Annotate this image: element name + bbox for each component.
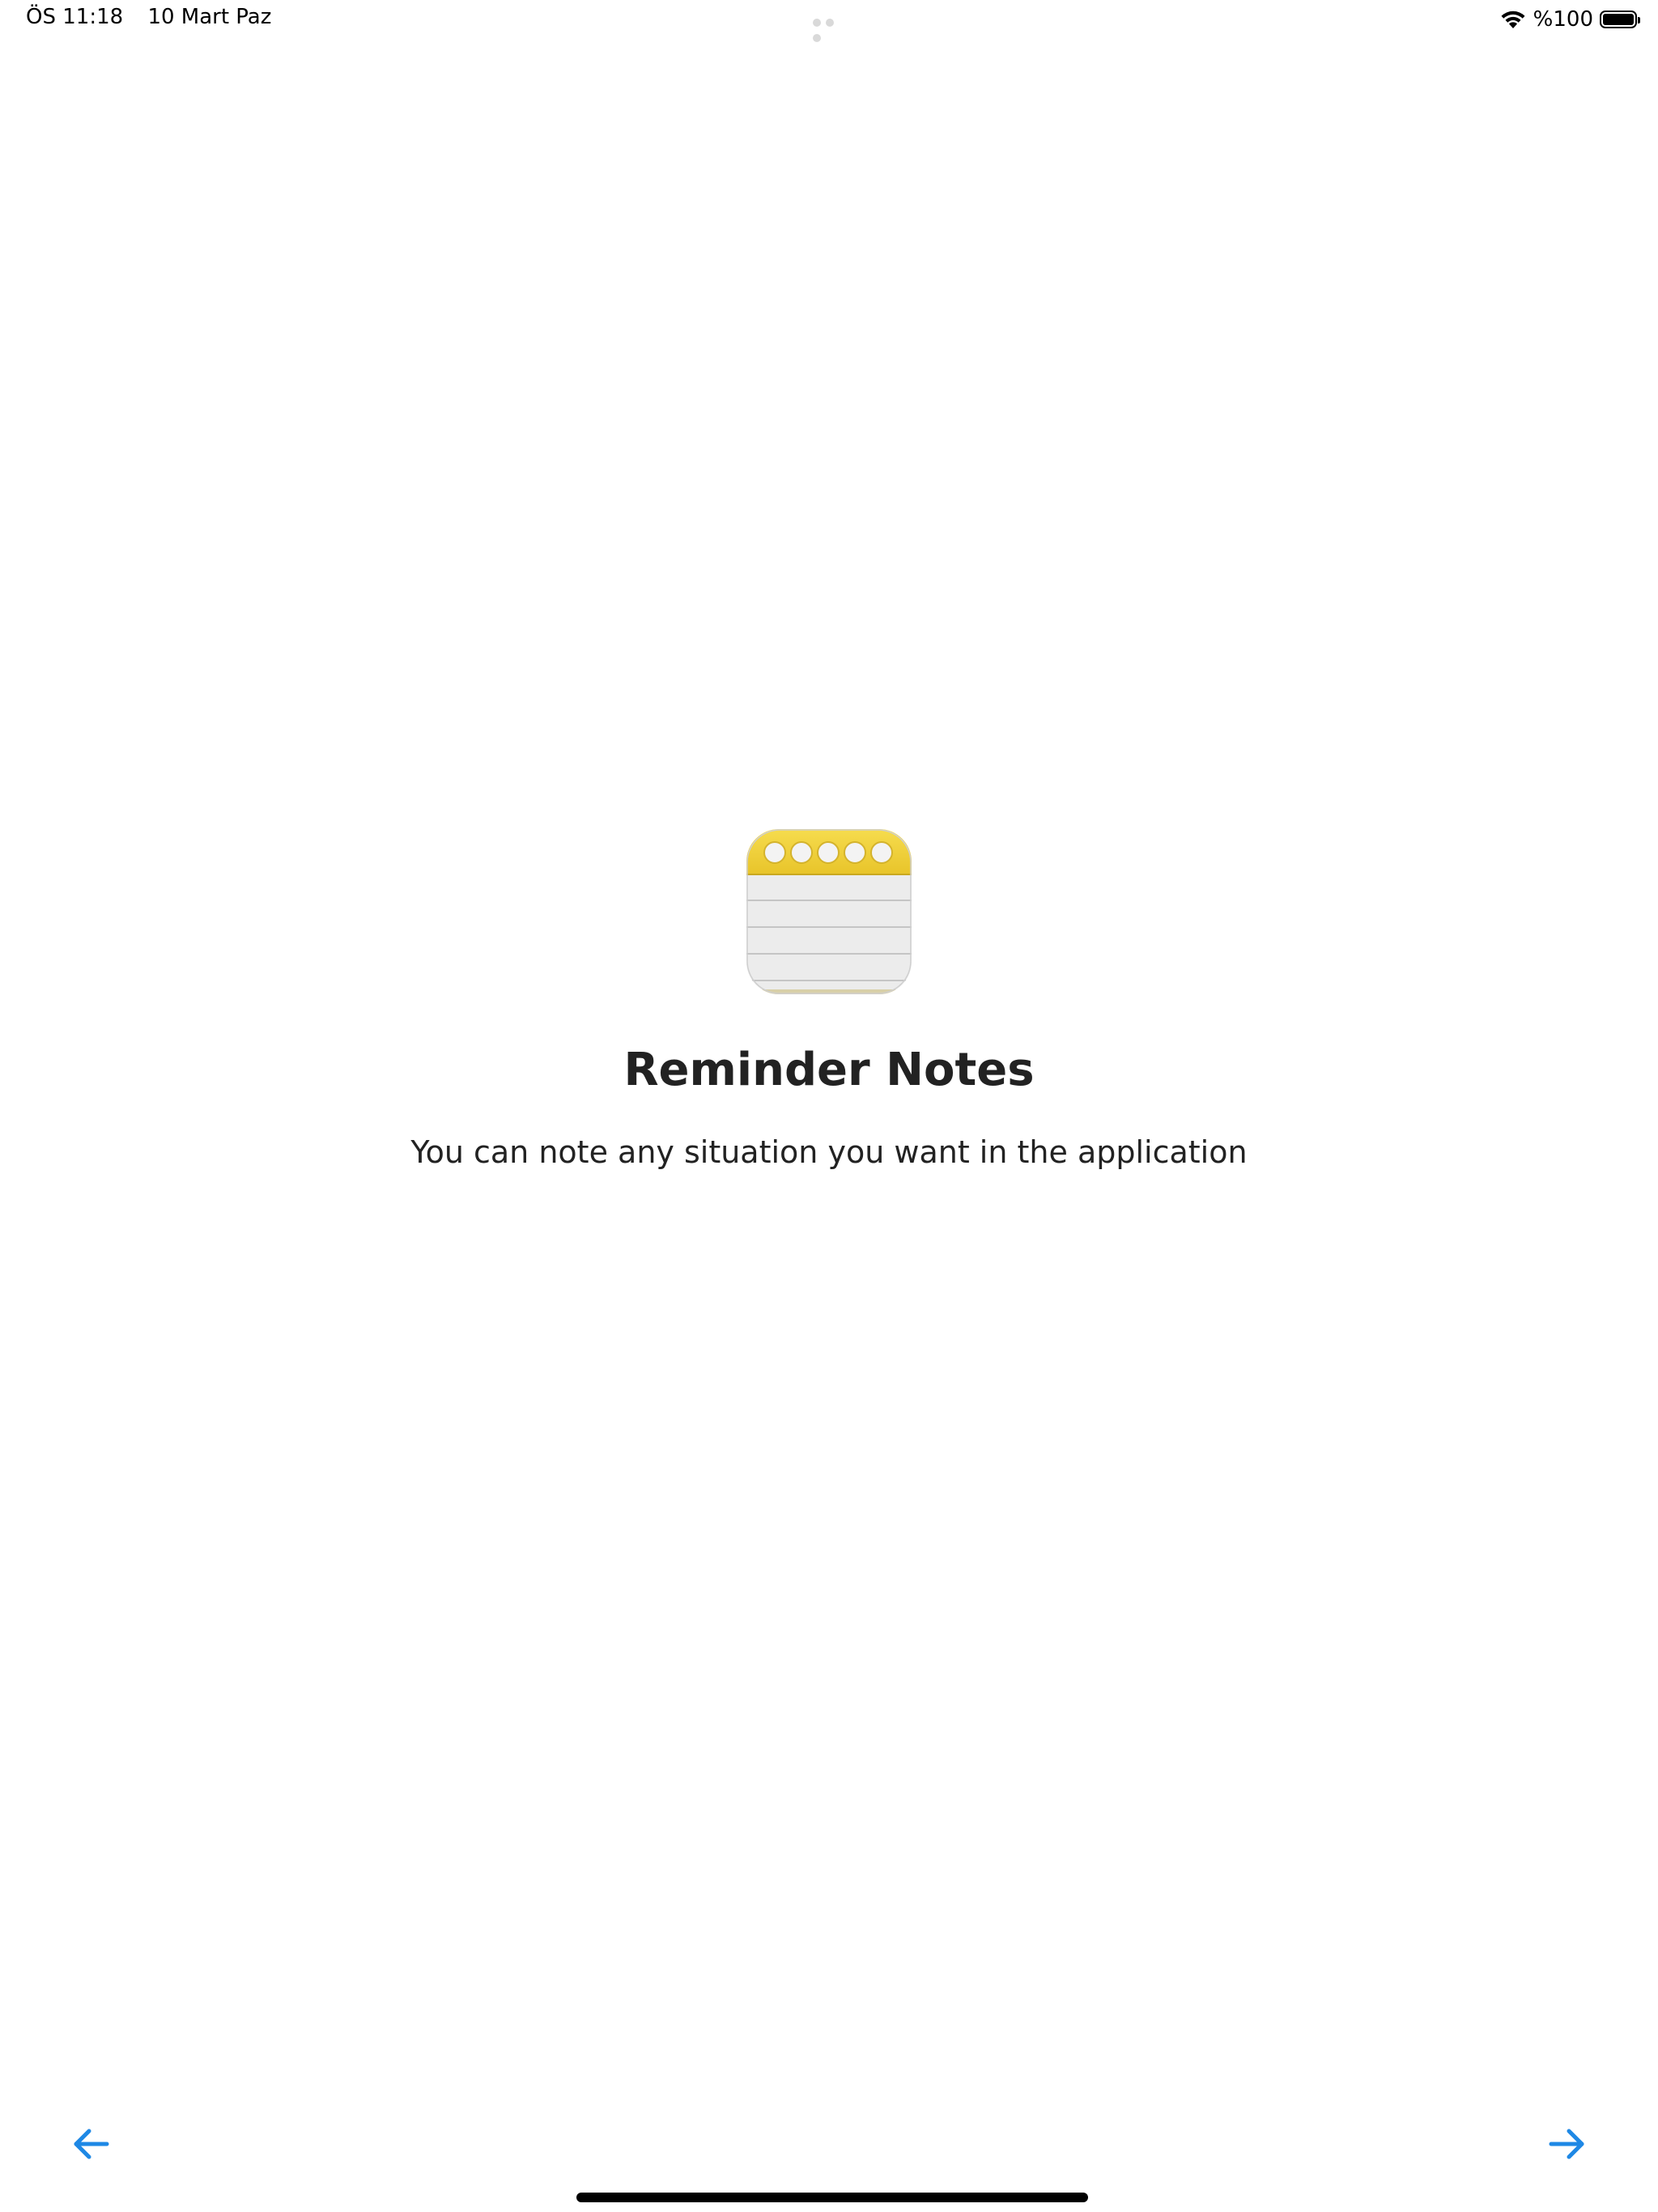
home-indicator[interactable] [576, 2193, 1088, 2202]
battery-icon [1600, 11, 1640, 28]
status-time-date: ÖS 11:18 10 Mart Paz [26, 5, 271, 29]
status-time: ÖS 11:18 [26, 5, 124, 29]
notepad-icon [746, 829, 912, 994]
status-indicators: %100 [1499, 5, 1640, 34]
battery-level [1603, 14, 1634, 25]
onboarding-screen: ÖS 11:18 10 Mart Paz %100 Reminder Notes… [0, 0, 1658, 2212]
status-bar: ÖS 11:18 10 Mart Paz %100 [0, 0, 1658, 42]
onboarding-title: Reminder Notes [623, 1044, 1035, 1096]
onboarding-description: You can note any situation you want in t… [410, 1134, 1248, 1171]
previous-page-button[interactable] [66, 2120, 115, 2168]
wifi-icon [1501, 11, 1525, 28]
multitasking-indicator[interactable] [813, 15, 847, 42]
status-date: 10 Mart Paz [147, 5, 272, 29]
arrow-right-icon [1549, 2129, 1584, 2159]
arrow-left-icon [74, 2129, 109, 2159]
onboarding-content: Reminder Notes You can note any situatio… [0, 829, 1658, 1172]
next-page-button[interactable] [1543, 2120, 1592, 2168]
battery-percentage: %100 [1533, 7, 1593, 32]
